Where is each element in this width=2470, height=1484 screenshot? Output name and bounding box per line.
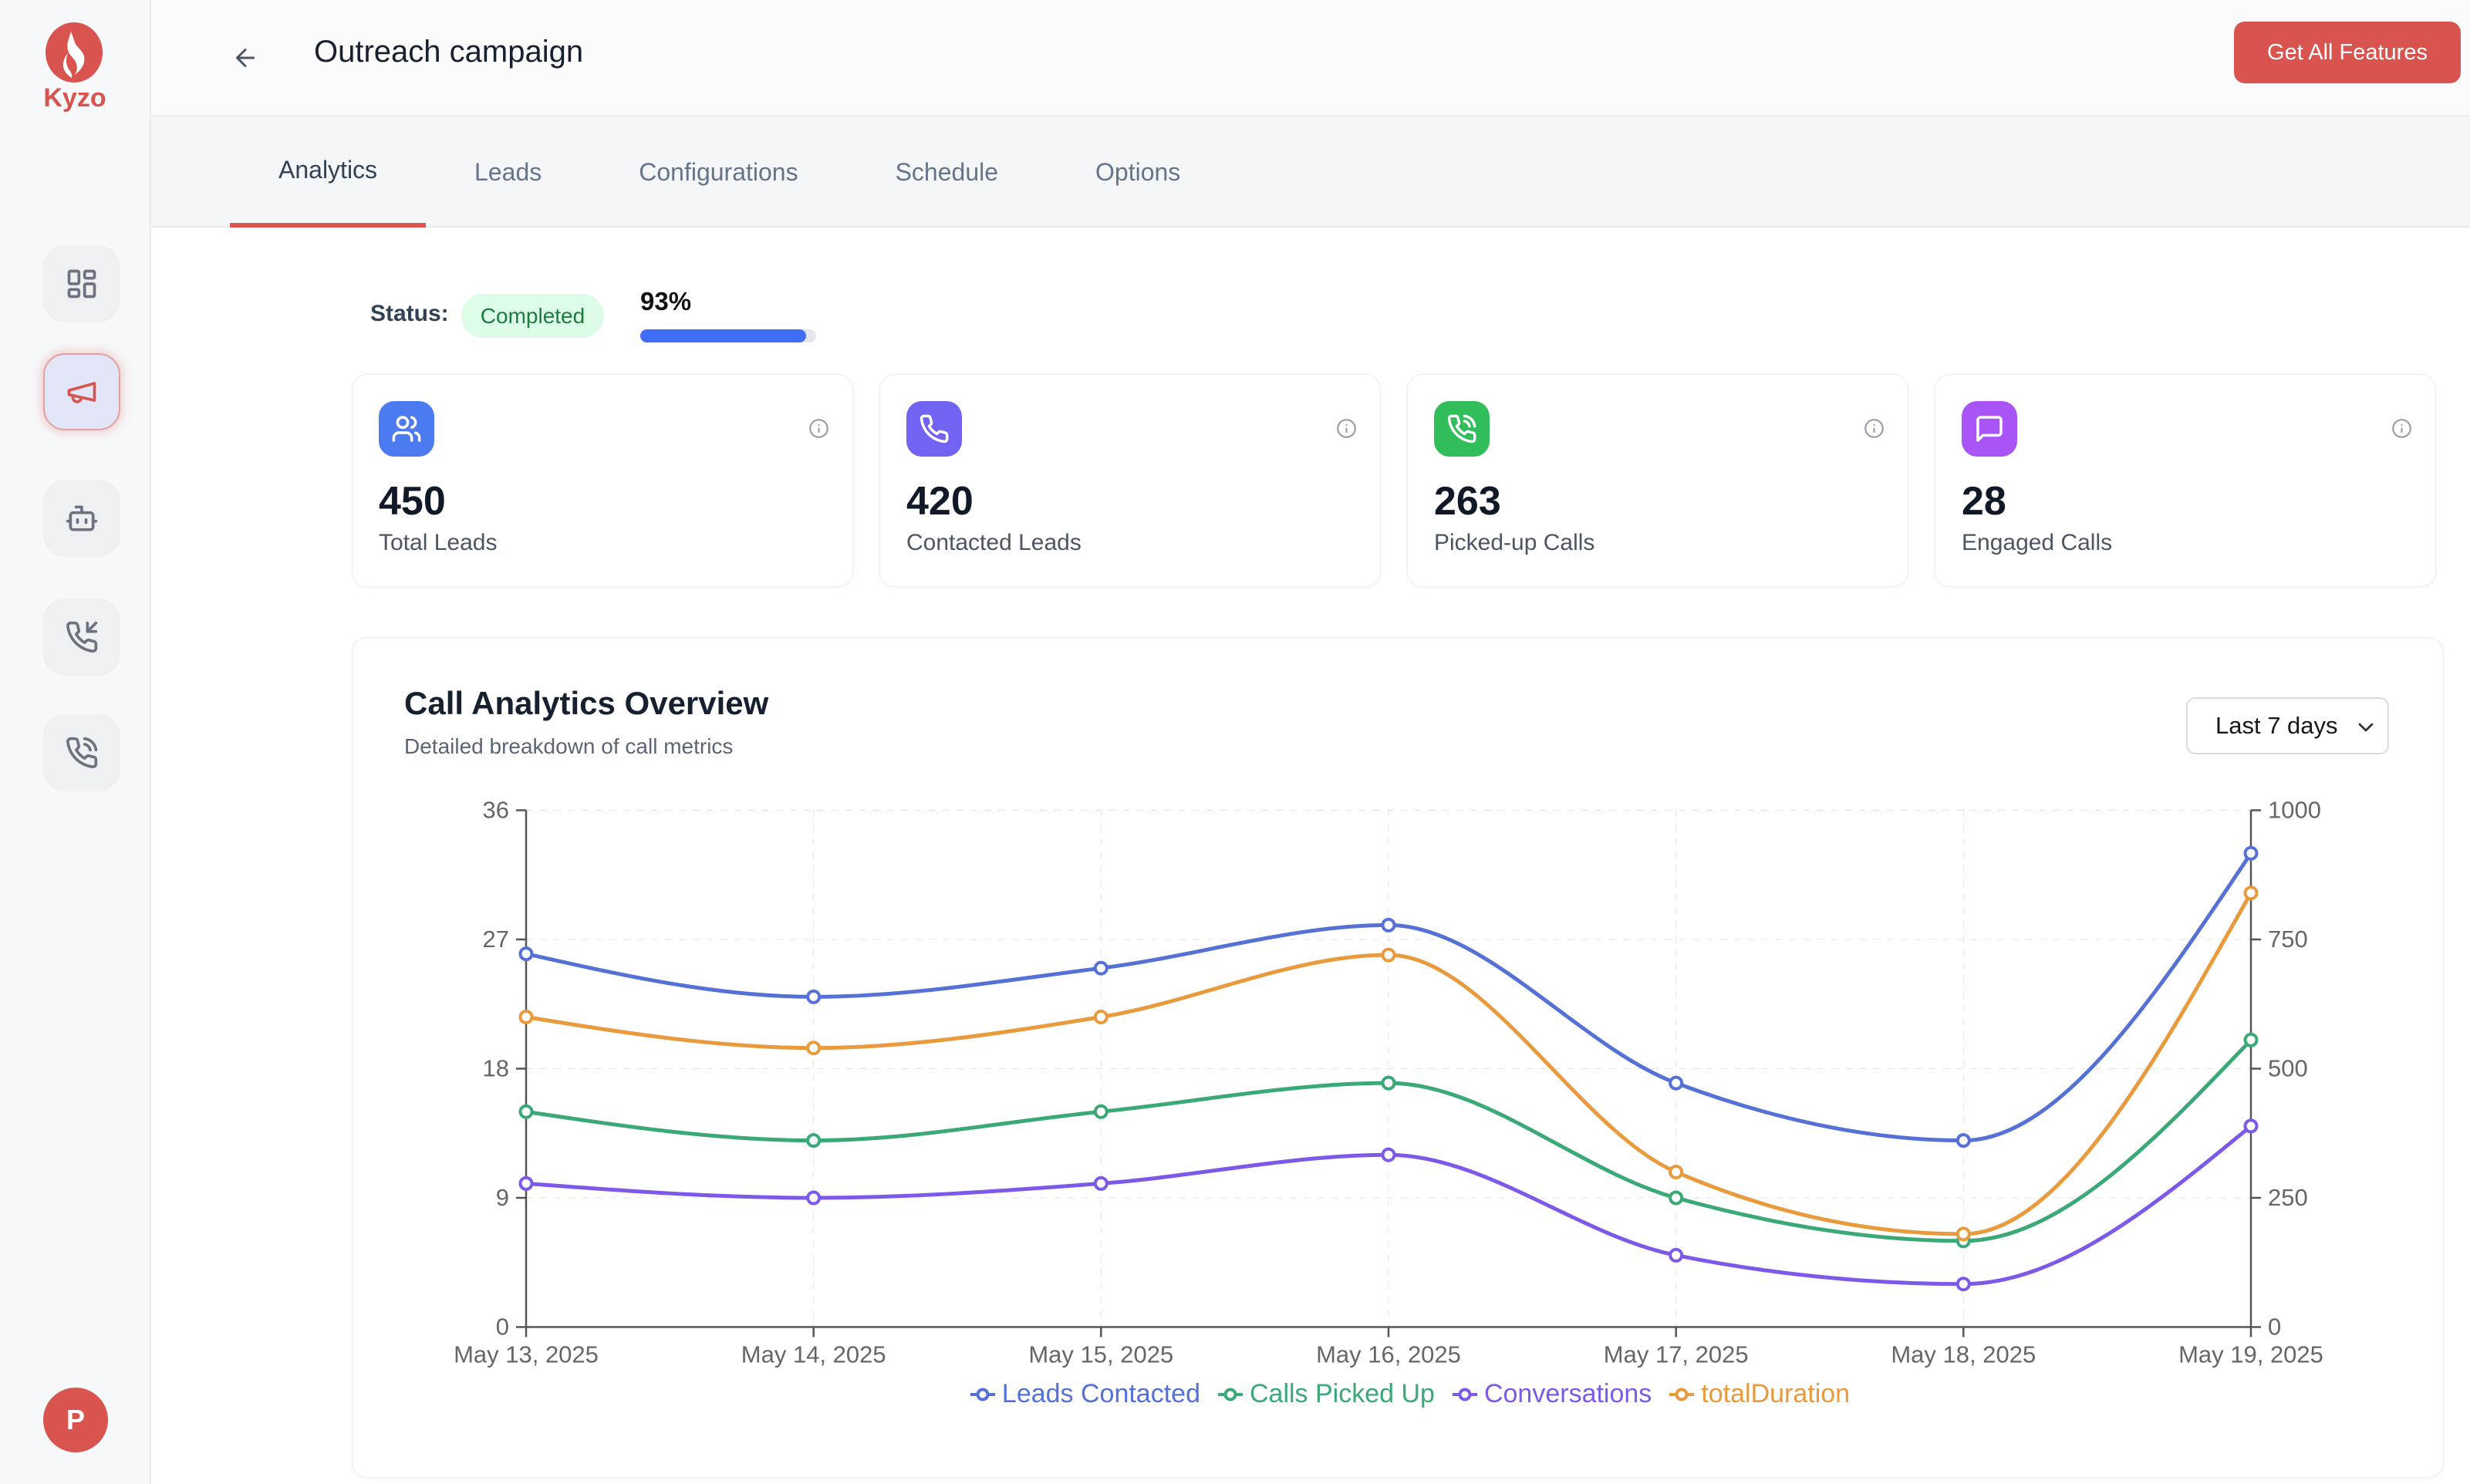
svg-text:0: 0 — [2268, 1314, 2281, 1341]
svg-text:May 13, 2025: May 13, 2025 — [454, 1341, 599, 1368]
svg-text:36: 36 — [483, 797, 509, 824]
svg-text:May 17, 2025: May 17, 2025 — [1604, 1341, 1749, 1368]
svg-text:250: 250 — [2268, 1184, 2308, 1211]
svg-text:750: 750 — [2268, 926, 2308, 953]
svg-text:500: 500 — [2268, 1055, 2308, 1082]
svg-text:0: 0 — [496, 1314, 509, 1341]
svg-text:May 18, 2025: May 18, 2025 — [1891, 1341, 2036, 1368]
svg-text:18: 18 — [483, 1055, 509, 1082]
svg-text:May 14, 2025: May 14, 2025 — [741, 1341, 886, 1368]
svg-text:May 15, 2025: May 15, 2025 — [1028, 1341, 1173, 1368]
svg-text:May 19, 2025: May 19, 2025 — [2178, 1341, 2323, 1368]
svg-text:27: 27 — [483, 926, 509, 953]
svg-text:9: 9 — [496, 1184, 509, 1211]
svg-text:1000: 1000 — [2268, 797, 2321, 824]
svg-text:May 16, 2025: May 16, 2025 — [1316, 1341, 1461, 1368]
